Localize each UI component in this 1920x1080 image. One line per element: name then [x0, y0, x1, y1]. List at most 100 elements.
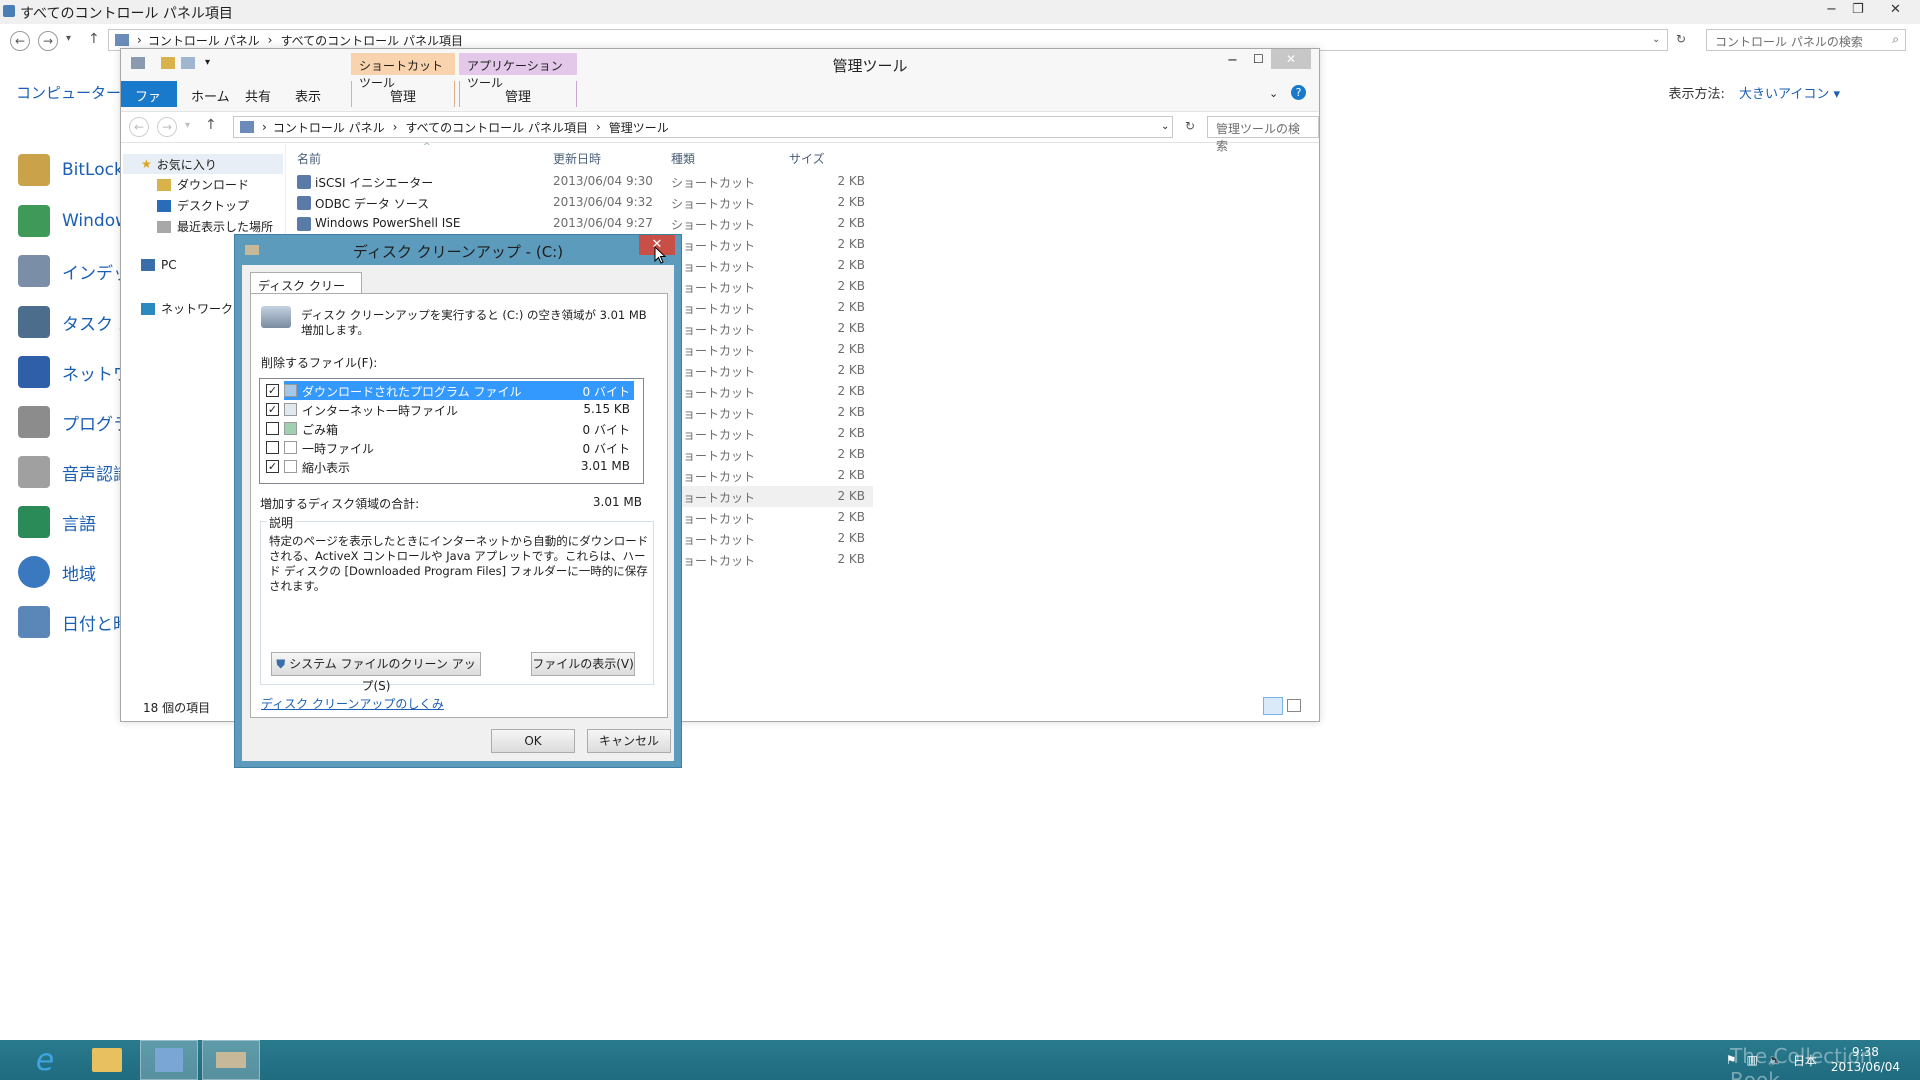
minimize-icon[interactable]: − — [1227, 53, 1238, 68]
ribbon-tab-file[interactable]: ファイル — [121, 81, 177, 124]
admin-tools-search-input[interactable]: 管理ツールの検索 — [1207, 116, 1319, 153]
details-view-icon[interactable] — [1263, 697, 1283, 715]
cp-item-language[interactable]: 言語 — [18, 506, 96, 538]
cancel-label: キャンセル — [598, 734, 659, 748]
view-by-dropdown[interactable]: 大きいアイコン ▾ — [1739, 87, 1840, 102]
tree-item-favorites[interactable]: ★ お気に入り — [123, 154, 283, 174]
up-button[interactable]: ↑ — [88, 31, 100, 47]
restore-icon[interactable]: ❐ — [1852, 2, 1864, 17]
forward-button[interactable]: → — [157, 117, 177, 137]
history-dropdown-icon[interactable]: ▾ — [185, 120, 190, 131]
ribbon-expand-icon[interactable]: ⌄ — [1269, 87, 1278, 100]
admin-tools-nav-bar: ← → ▾ ↑ › コントロール パネル › すべてのコントロール パネル項目 … — [121, 111, 1319, 153]
ribbon-tab-view[interactable]: 表示 — [281, 81, 335, 107]
iscsi-shortcut-icon — [297, 175, 311, 189]
taskbar-control-panel-button[interactable] — [140, 1040, 198, 1080]
list-item[interactable]: ✓ インターネット一時ファイル 5.15 KB — [264, 400, 634, 419]
cp-item-date-time[interactable]: 日付と時 — [18, 606, 130, 638]
breadcrumb-admin-tools[interactable]: 管理ツール — [609, 119, 669, 136]
list-item[interactable]: ✓ ダウンロードされたプログラム ファイル 0 バイト — [264, 381, 634, 400]
file-row[interactable]: iSCSI イニシエーター 2013/06/04 9:30 ショートカット 2 … — [293, 171, 873, 192]
address-dropdown-icon[interactable]: ⌄ — [1161, 121, 1169, 132]
file-type: ショートカット — [671, 218, 756, 232]
breadcrumb-all-items[interactable]: すべてのコントロール パネル項目 — [280, 32, 463, 49]
cp-item-bitlocker[interactable]: BitLock — [18, 154, 124, 186]
ribbon-tab-manage-shortcut[interactable]: 管理 — [351, 81, 455, 107]
close-icon[interactable]: ✕ — [1271, 49, 1311, 69]
cp-item-windows-firewall[interactable]: Window — [18, 205, 129, 237]
column-header-size[interactable]: サイズ — [789, 150, 825, 167]
admin-tools-address-bar[interactable]: › コントロール パネル › すべてのコントロール パネル項目 › 管理ツール — [233, 116, 1173, 138]
view-files-label: ファイルの表示(V) — [532, 657, 634, 671]
file-explorer-icon — [92, 1048, 122, 1072]
refresh-icon[interactable]: ↻ — [1676, 32, 1686, 46]
close-icon[interactable]: ✕ — [1890, 2, 1901, 17]
cp-item-region[interactable]: 地域 — [18, 556, 96, 588]
ribbon-tab-share[interactable]: 共有 — [231, 81, 285, 107]
taskbar-explorer-button[interactable] — [78, 1040, 136, 1080]
cancel-button[interactable]: キャンセル — [587, 729, 671, 753]
back-button[interactable]: ← — [129, 117, 149, 137]
taskbar-ie-button[interactable]: e — [16, 1040, 74, 1080]
cp-item-speech[interactable]: 音声認識 — [18, 456, 130, 488]
tree-item-desktop[interactable]: デスクトップ — [157, 197, 249, 214]
file-size: 2 KB — [837, 531, 865, 545]
powershell-ise-shortcut-icon — [297, 217, 311, 231]
taskbar-icon — [18, 306, 50, 338]
action-center-flag-icon[interactable]: ⚑ — [1726, 1053, 1737, 1067]
taskbar-disk-cleanup-button[interactable] — [202, 1040, 260, 1080]
tree-item-downloads[interactable]: ダウンロード — [157, 176, 249, 193]
column-header-type[interactable]: 種類 — [671, 150, 695, 167]
ok-button[interactable]: OK — [491, 729, 575, 753]
address-dropdown-icon[interactable]: ⌄ — [1652, 34, 1660, 45]
list-item-checkbox[interactable] — [266, 422, 279, 435]
tree-item-network[interactable]: ネットワーク — [141, 300, 233, 317]
clean-system-files-button[interactable]: ⛊ システム ファイルのクリーン アップ(S) — [271, 652, 481, 693]
list-item-name: ごみ箱 — [302, 423, 339, 437]
file-row[interactable]: ODBC データ ソース 2013/06/04 9:32 ショートカット 2 K… — [293, 192, 873, 213]
list-item-checkbox[interactable]: ✓ — [266, 460, 279, 473]
file-type: ショートカット — [671, 407, 756, 421]
forward-button[interactable]: → — [38, 31, 58, 51]
tree-item-pc[interactable]: PC — [141, 258, 177, 272]
control-panel-search-input[interactable]: コントロール パネルの検索 ⌕ — [1706, 29, 1906, 51]
tab-disk-cleanup[interactable]: ディスク クリーンアップ — [250, 272, 362, 310]
help-icon[interactable]: ? — [1291, 85, 1306, 100]
list-item-checkbox[interactable]: ✓ — [266, 403, 279, 416]
column-header-name[interactable]: 名前 — [297, 150, 321, 167]
clock[interactable]: 9:38 2013/06/04 — [1831, 1045, 1900, 1075]
breadcrumb-all-items[interactable]: すべてのコントロール パネル項目 — [405, 119, 588, 136]
file-row[interactable]: Windows PowerShell ISE 2013/06/04 9:27 シ… — [293, 213, 873, 234]
history-dropdown-icon[interactable]: ▾ — [66, 33, 71, 44]
breadcrumb-control-panel[interactable]: コントロール パネル — [148, 32, 260, 49]
list-item[interactable]: ごみ箱 0 バイト — [264, 419, 634, 438]
network-icon — [18, 356, 50, 388]
ribbon-tab-manage-label: 管理 — [389, 90, 416, 105]
ime-language-indicator[interactable]: 日本 — [1793, 1052, 1817, 1069]
file-name: ODBC データ ソース — [315, 197, 430, 211]
view-files-button[interactable]: ファイルの表示(V) — [531, 652, 635, 676]
ribbon-tab-manage-label: 管理 — [504, 90, 531, 105]
volume-icon[interactable]: 🔈 — [1768, 1053, 1783, 1067]
maximize-icon[interactable]: ☐ — [1253, 52, 1264, 66]
large-icons-view-icon[interactable] — [1287, 699, 1301, 712]
minimize-icon[interactable]: − — [1826, 2, 1837, 17]
ribbon-tab-manage-app[interactable]: 管理 — [459, 81, 577, 107]
clock-time: 9:38 — [1851, 1045, 1879, 1059]
mouse-cursor-icon — [654, 246, 666, 264]
tree-item-recent[interactable]: 最近表示した場所 — [157, 218, 273, 235]
back-button[interactable]: ← — [10, 31, 30, 51]
disk-cleanup-icon — [216, 1052, 246, 1068]
refresh-icon[interactable]: ↻ — [1185, 119, 1195, 133]
list-item[interactable]: ✓ 縮小表示 3.01 MB — [264, 457, 634, 476]
list-item-checkbox[interactable] — [266, 441, 279, 454]
breadcrumb-control-panel[interactable]: コントロール パネル — [273, 119, 385, 136]
list-item[interactable]: 一時ファイル 0 バイト — [264, 438, 634, 457]
cp-item-taskbar[interactable]: タスク バ — [18, 306, 135, 338]
network-tray-icon[interactable]: ▥ — [1747, 1053, 1758, 1067]
disk-cleanup-body: ディスク クリーンアップ ディスク クリーンアップを実行すると (C:) の空き… — [242, 265, 674, 761]
column-header-date[interactable]: 更新日時 — [553, 150, 601, 167]
list-item-checkbox[interactable]: ✓ — [266, 384, 279, 397]
up-button[interactable]: ↑ — [205, 117, 217, 133]
how-disk-cleanup-works-link[interactable]: ディスク クリーンアップのしくみ — [261, 695, 444, 712]
